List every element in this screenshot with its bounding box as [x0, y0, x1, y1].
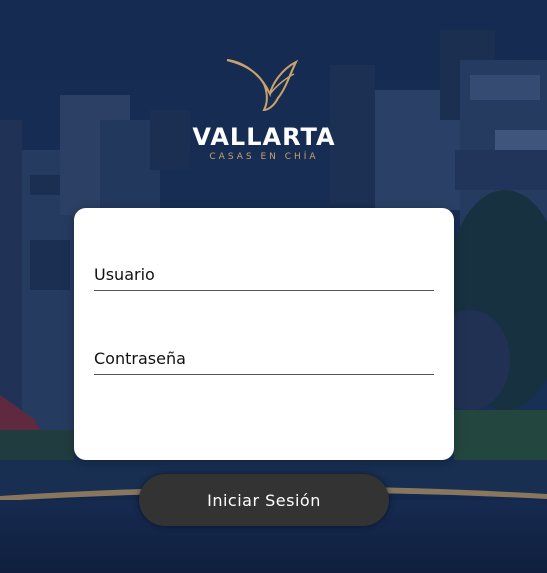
login-button[interactable]: Iniciar Sesión [139, 474, 389, 526]
password-input[interactable] [94, 342, 434, 374]
brand-logo-text: VALLARTA [192, 123, 336, 151]
username-field [94, 258, 434, 291]
login-card [74, 208, 454, 460]
login-screen: VALLARTA CASAS EN CHÍA Iniciar Sesión [0, 0, 547, 573]
username-input[interactable] [94, 258, 434, 290]
password-field [94, 342, 434, 375]
brand-tagline: CASAS EN CHÍA [209, 152, 319, 162]
